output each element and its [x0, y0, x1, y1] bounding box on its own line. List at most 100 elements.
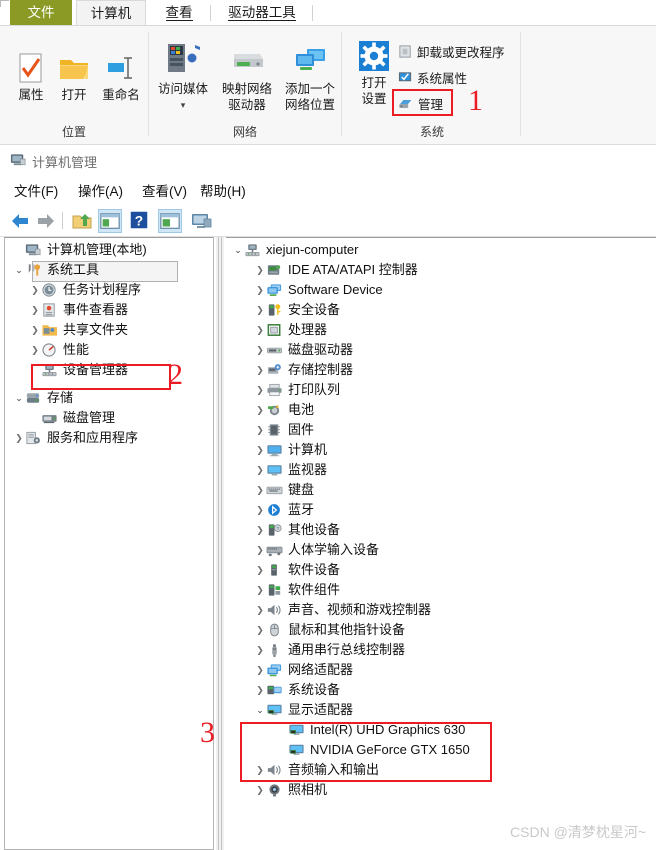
- device-node-software-components[interactable]: ❯ 软件组件: [254, 580, 340, 600]
- chevron-right-icon[interactable]: ❯: [254, 500, 266, 520]
- chevron-right-icon[interactable]: ❯: [254, 380, 266, 400]
- chevron-right-icon[interactable]: ❯: [254, 420, 266, 440]
- tree-item-device-manager[interactable]: 设备管理器: [29, 360, 128, 380]
- tree-item-event-viewer[interactable]: ❯ 事件查看器: [29, 300, 128, 320]
- chevron-right-icon[interactable]: ❯: [254, 460, 266, 480]
- chevron-down-icon[interactable]: ⌄: [13, 388, 25, 408]
- chevron-down-icon[interactable]: ⌄: [254, 700, 266, 720]
- tree-item-disk-management[interactable]: 磁盘管理: [29, 408, 115, 428]
- chevron-right-icon[interactable]: ❯: [254, 780, 266, 800]
- device-node-software-device[interactable]: ❯ Software Device: [254, 280, 382, 300]
- tree-item-system-tools[interactable]: ⌄ 系统工具: [13, 260, 99, 280]
- device-node-software-devices[interactable]: ❯ 软件设备: [254, 560, 340, 580]
- tab-computer[interactable]: 计算机: [76, 0, 146, 26]
- device-node-nvidia-geforce-gtx-1650[interactable]: NVIDIA GeForce GTX 1650: [276, 740, 470, 760]
- chevron-right-icon[interactable]: ❯: [254, 340, 266, 360]
- tab-view[interactable]: 查看: [150, 0, 208, 26]
- device-node-keyboards[interactable]: ❯ 键盘: [254, 480, 314, 500]
- chevron-right-icon[interactable]: ❯: [254, 540, 266, 560]
- chevron-right-icon[interactable]: ❯: [254, 520, 266, 540]
- chevron-right-icon[interactable]: ❯: [254, 600, 266, 620]
- device-manager-pane[interactable]: ⌄ xiejun-computer ❯ IDE ATA/ATAPI 控制器 ❯ Softw…: [226, 237, 656, 850]
- tree-item-storage[interactable]: ⌄ 存储: [13, 388, 73, 408]
- chevron-right-icon[interactable]: ❯: [254, 360, 266, 380]
- chevron-right-icon[interactable]: ❯: [29, 340, 41, 360]
- chevron-right-icon[interactable]: ❯: [254, 260, 266, 280]
- map-network-drive-button[interactable]: 映射网络 驱动器: [214, 40, 280, 112]
- properties-button[interactable]: 属性: [8, 52, 54, 102]
- device-node-firmware[interactable]: ❯ 固件: [254, 420, 314, 440]
- chevron-right-icon[interactable]: ❯: [254, 400, 266, 420]
- rename-button[interactable]: 重命名: [94, 52, 148, 102]
- chevron-right-icon[interactable]: ❯: [29, 280, 41, 300]
- chevron-right-icon[interactable]: ❯: [254, 320, 266, 340]
- chevron-right-icon[interactable]: ❯: [254, 300, 266, 320]
- device-node-print-queues[interactable]: ❯ 打印队列: [254, 380, 340, 400]
- forward-button[interactable]: [34, 209, 58, 233]
- back-button[interactable]: [8, 209, 32, 233]
- device-node-display-adapters[interactable]: ⌄ 显示适配器: [254, 700, 353, 720]
- chevron-right-icon[interactable]: ❯: [254, 760, 266, 780]
- tree-item-task-scheduler[interactable]: ❯ 任务计划程序: [29, 280, 141, 300]
- device-node-bluetooth[interactable]: ❯ 蓝牙: [254, 500, 314, 520]
- device-node-monitors[interactable]: ❯ 监视器: [254, 460, 327, 480]
- manage-button[interactable]: 管理: [398, 94, 443, 113]
- device-node-processors[interactable]: ❯ 处理器: [254, 320, 327, 340]
- tree-item-shared-folders[interactable]: ❯ 共享文件夹: [29, 320, 128, 340]
- system-properties-button[interactable]: 系统属性: [398, 68, 467, 87]
- show-hide-console-tree-button[interactable]: [98, 209, 122, 233]
- device-node-usb-controllers[interactable]: ❯ 通用串行总线控制器: [254, 640, 405, 660]
- help-button[interactable]: ?: [128, 209, 152, 233]
- access-media-caret[interactable]: ▾: [150, 98, 216, 112]
- tab-file[interactable]: 文件: [10, 0, 72, 26]
- tree-item-services-and-applications[interactable]: ❯ 服务和应用程序: [13, 428, 138, 448]
- device-node-root[interactable]: ⌄ xiejun-computer: [232, 240, 358, 260]
- device-node-sound-video-game[interactable]: ❯ 声音、视频和游戏控制器: [254, 600, 431, 620]
- device-node-security-devices[interactable]: ❯ 安全设备: [254, 300, 340, 320]
- chevron-right-icon[interactable]: ❯: [29, 320, 41, 340]
- chevron-right-icon[interactable]: ❯: [254, 480, 266, 500]
- pane-splitter[interactable]: [216, 237, 224, 850]
- tab-drive-tools[interactable]: 驱动器工具: [214, 0, 310, 26]
- chevron-right-icon[interactable]: ❯: [254, 620, 266, 640]
- up-folder-button[interactable]: [70, 209, 94, 233]
- chevron-right-icon[interactable]: ❯: [254, 680, 266, 700]
- device-node-mice[interactable]: ❯ 鼠标和其他指针设备: [254, 620, 405, 640]
- device-node-batteries[interactable]: ❯ 电池: [254, 400, 314, 420]
- open-settings-button[interactable]: 打开 设置: [352, 40, 396, 106]
- device-node-hid[interactable]: ❯ 人体学输入设备: [254, 540, 379, 560]
- add-network-location-button[interactable]: 添加一个 网络位置: [278, 40, 342, 112]
- menu-file[interactable]: 文件(F): [14, 180, 58, 200]
- chevron-right-icon[interactable]: ❯: [254, 280, 266, 300]
- chevron-right-icon[interactable]: ❯: [254, 640, 266, 660]
- show-action-pane-button[interactable]: [158, 209, 182, 233]
- chevron-right-icon[interactable]: ❯: [29, 300, 41, 320]
- open-button[interactable]: 打开: [52, 52, 96, 102]
- device-node-network-adapters[interactable]: ❯ 网络适配器: [254, 660, 353, 680]
- device-node-other-devices[interactable]: ❯? 其他设备: [254, 520, 340, 540]
- device-node-computer[interactable]: ❯ 计算机: [254, 440, 327, 460]
- chevron-down-icon[interactable]: ⌄: [232, 240, 244, 260]
- device-node-storage-controllers[interactable]: ❯ 存储控制器: [254, 360, 353, 380]
- chevron-right-icon[interactable]: ❯: [254, 660, 266, 680]
- device-node-intel-uhd-graphics-630[interactable]: Intel(R) UHD Graphics 630: [276, 720, 465, 740]
- chevron-right-icon[interactable]: ❯: [254, 440, 266, 460]
- menu-help[interactable]: 帮助(H): [200, 180, 246, 200]
- properties-pane-button[interactable]: [190, 209, 214, 233]
- chevron-right-icon[interactable]: ❯: [13, 428, 25, 448]
- chevron-down-icon[interactable]: ⌄: [13, 260, 25, 280]
- chevron-right-icon[interactable]: ❯: [254, 560, 266, 580]
- access-media-button[interactable]: 访问媒体 ▾: [150, 40, 216, 112]
- device-node-system-devices[interactable]: ❯ 系统设备: [254, 680, 340, 700]
- menu-action[interactable]: 操作(A): [78, 180, 123, 200]
- device-node-ide-ata-atapi[interactable]: ❯ IDE ATA/ATAPI 控制器: [254, 260, 418, 280]
- device-node-disk-drives[interactable]: ❯ 磁盘驱动器: [254, 340, 353, 360]
- tree-item-computer-management-local[interactable]: 计算机管理(本地): [13, 240, 147, 260]
- console-tree-pane[interactable]: 计算机管理(本地) ⌄ 系统工具 ❯ 任务计划程序 ❯ 事件查看器 ❯ 共享文件…: [4, 237, 214, 850]
- device-node-cameras[interactable]: ❯ 照相机: [254, 780, 327, 800]
- tree-item-performance[interactable]: ❯ 性能: [29, 340, 89, 360]
- device-node-audio-inputs-outputs[interactable]: ❯ 音频输入和输出: [254, 760, 379, 780]
- menu-view[interactable]: 查看(V): [142, 180, 187, 200]
- chevron-right-icon[interactable]: ❯: [254, 580, 266, 600]
- uninstall-or-change-program-button[interactable]: 卸载或更改程序: [398, 42, 505, 61]
